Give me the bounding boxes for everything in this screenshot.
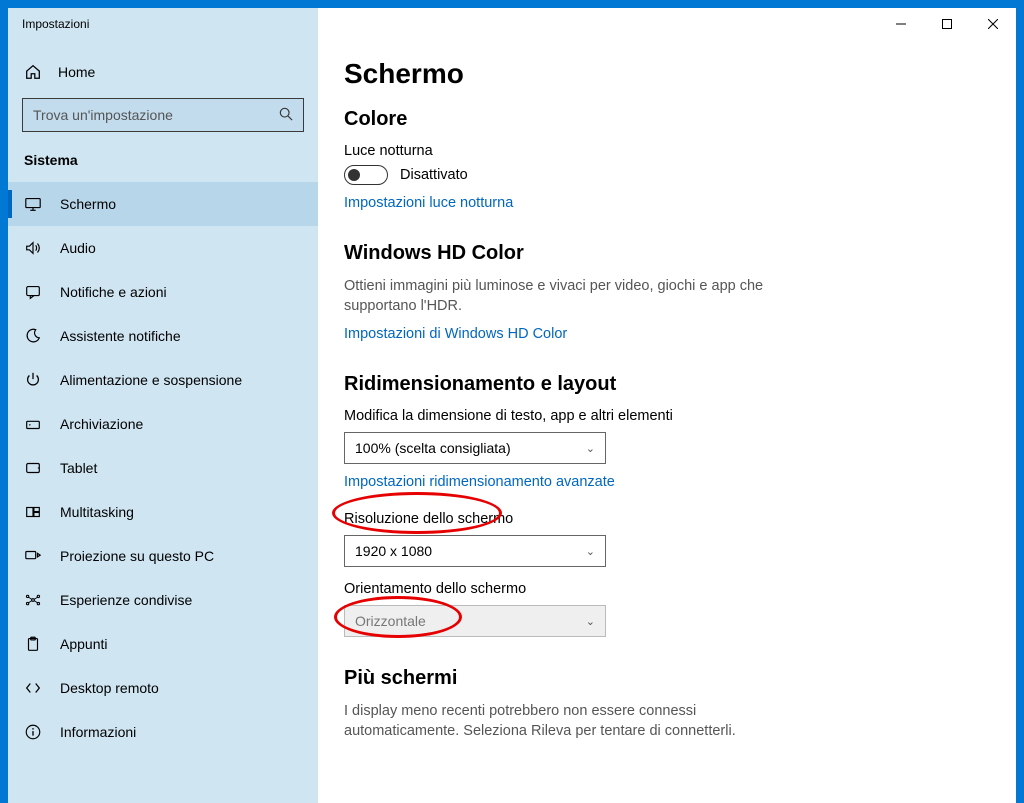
night-light-state: Disattivato — [400, 167, 468, 183]
search-input[interactable] — [22, 98, 304, 132]
home-nav[interactable]: Home — [8, 52, 318, 92]
resolution-dropdown[interactable]: 1920 x 1080 ⌄ — [344, 535, 606, 567]
sidebar-item-label: Audio — [60, 240, 96, 256]
resolution-label: Risoluzione dello schermo — [344, 511, 990, 527]
search-wrap — [8, 92, 318, 142]
hd-color-heading: Windows HD Color — [344, 242, 990, 265]
maximize-button[interactable] — [924, 8, 970, 40]
orientation-label: Orientamento dello schermo — [344, 581, 990, 597]
sidebar-item-label: Assistente notifiche — [60, 328, 181, 344]
tablet-icon — [24, 459, 42, 477]
window-title: Impostazioni — [8, 17, 89, 31]
text-size-dropdown[interactable]: 100% (scelta consigliata) ⌄ — [344, 432, 606, 464]
orientation-value: Orizzontale — [355, 613, 426, 629]
maximize-icon — [942, 19, 952, 29]
sidebar-item-label: Tablet — [60, 460, 97, 476]
sidebar: Home Sistema Schermo Audio Notifiche e azi… — [8, 40, 318, 803]
power-icon — [24, 371, 42, 389]
night-light-toggle[interactable] — [344, 165, 388, 185]
remote-icon — [24, 679, 42, 697]
minimize-button[interactable] — [878, 8, 924, 40]
sidebar-item-remote[interactable]: Desktop remoto — [8, 666, 318, 710]
night-light-settings-link[interactable]: Impostazioni luce notturna — [344, 195, 513, 211]
multitasking-icon — [24, 503, 42, 521]
home-icon — [24, 63, 42, 81]
sidebar-item-display[interactable]: Schermo — [8, 182, 318, 226]
hd-color-desc: Ottieni immagini più luminose e vivaci p… — [344, 277, 774, 316]
settings-window: Impostazioni Home — [8, 8, 1016, 803]
sidebar-item-label: Archiviazione — [60, 416, 143, 432]
night-light-toggle-row: Disattivato — [344, 165, 990, 185]
info-icon — [24, 723, 42, 741]
storage-icon — [24, 415, 42, 433]
sidebar-item-label: Multitasking — [60, 504, 134, 520]
night-light-label: Luce notturna — [344, 143, 990, 159]
sidebar-item-storage[interactable]: Archiviazione — [8, 402, 318, 446]
text-size-label: Modifica la dimensione di testo, app e a… — [344, 408, 990, 424]
sidebar-item-power[interactable]: Alimentazione e sospensione — [8, 358, 318, 402]
sidebar-item-focus[interactable]: Assistente notifiche — [8, 314, 318, 358]
text-size-value: 100% (scelta consigliata) — [355, 440, 511, 456]
multi-desc: I display meno recenti potrebbero non es… — [344, 702, 774, 741]
sidebar-item-label: Alimentazione e sospensione — [60, 372, 242, 388]
hd-color-settings-link[interactable]: Impostazioni di Windows HD Color — [344, 326, 567, 342]
color-heading: Colore — [344, 108, 990, 131]
display-icon — [24, 195, 42, 213]
sidebar-item-multitasking[interactable]: Multitasking — [8, 490, 318, 534]
main-content: Schermo Colore Luce notturna Disattivato… — [318, 40, 1016, 803]
sidebar-item-label: Appunti — [60, 636, 107, 652]
orientation-dropdown: Orizzontale ⌄ — [344, 605, 606, 637]
resolution-value: 1920 x 1080 — [355, 543, 432, 559]
sidebar-nav: Schermo Audio Notifiche e azioni Assistente… — [8, 182, 318, 754]
sidebar-item-info[interactable]: Informazioni — [8, 710, 318, 754]
sidebar-item-notifications[interactable]: Notifiche e azioni — [8, 270, 318, 314]
audio-icon — [24, 239, 42, 257]
search-icon — [279, 107, 293, 124]
sidebar-item-label: Notifiche e azioni — [60, 284, 167, 300]
notifications-icon — [24, 283, 42, 301]
sidebar-item-audio[interactable]: Audio — [8, 226, 318, 270]
close-button[interactable] — [970, 8, 1016, 40]
clipboard-icon — [24, 635, 42, 653]
close-icon — [988, 19, 998, 29]
advanced-scaling-link[interactable]: Impostazioni ridimensionamento avanzate — [344, 474, 615, 490]
chevron-down-icon: ⌄ — [586, 545, 595, 558]
chevron-down-icon: ⌄ — [586, 615, 595, 628]
sidebar-item-label: Esperienze condivise — [60, 592, 192, 608]
sidebar-item-clipboard[interactable]: Appunti — [8, 622, 318, 666]
multi-heading: Più schermi — [344, 667, 990, 690]
search-field[interactable] — [33, 107, 279, 123]
scale-heading: Ridimensionamento e layout — [344, 373, 990, 396]
focus-icon — [24, 327, 42, 345]
sidebar-item-label: Informazioni — [60, 724, 136, 740]
page-title: Schermo — [344, 58, 990, 90]
sidebar-item-label: Desktop remoto — [60, 680, 159, 696]
sidebar-item-tablet[interactable]: Tablet — [8, 446, 318, 490]
project-icon — [24, 547, 42, 565]
home-label: Home — [58, 64, 95, 80]
sidebar-item-label: Proiezione su questo PC — [60, 548, 214, 564]
chevron-down-icon: ⌄ — [586, 442, 595, 455]
sidebar-item-label: Schermo — [60, 196, 116, 212]
window-controls — [878, 8, 1016, 40]
sidebar-category: Sistema — [8, 142, 318, 182]
shared-icon — [24, 591, 42, 609]
minimize-icon — [896, 19, 906, 29]
sidebar-item-shared[interactable]: Esperienze condivise — [8, 578, 318, 622]
titlebar: Impostazioni — [8, 8, 1016, 40]
sidebar-item-project[interactable]: Proiezione su questo PC — [8, 534, 318, 578]
